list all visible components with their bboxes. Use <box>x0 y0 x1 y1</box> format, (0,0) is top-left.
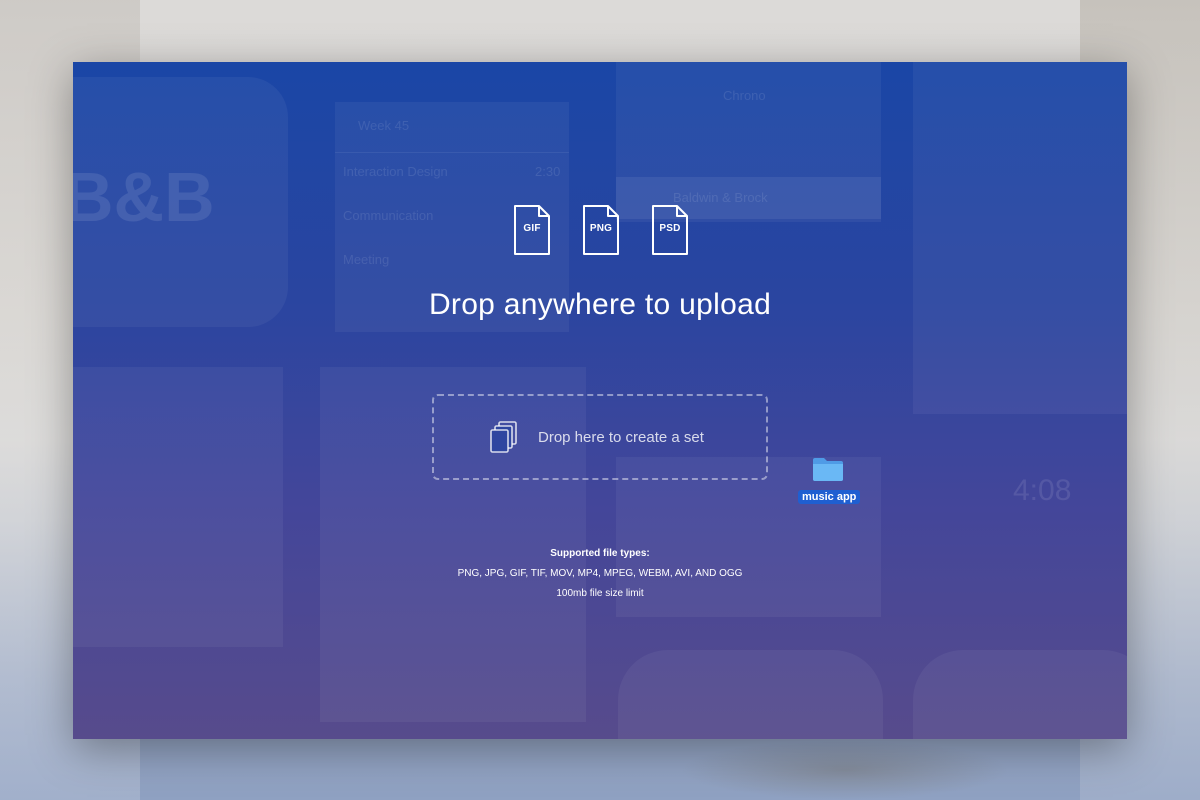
ghost-right-panel <box>913 62 1127 414</box>
ghost-app-icon-bottom-right <box>913 650 1127 739</box>
upload-headline: Drop anywhere to upload <box>428 288 772 321</box>
dragged-folder[interactable]: music app <box>797 456 861 506</box>
supported-types-title: Supported file types: <box>550 548 650 559</box>
file-size-limit: 100mb file size limit <box>556 588 644 599</box>
dropzone-label: Drop here to create a set <box>538 429 704 446</box>
file-psd-label: PSD <box>659 223 681 234</box>
file-gif-icon: GIF <box>512 204 552 256</box>
ghost-timer: 4:08 <box>1013 474 1072 507</box>
ghost-list-title: Week 45 <box>358 118 410 133</box>
file-type-icons: GIF PNG PSD <box>512 204 692 256</box>
upload-overlay[interactable]: B&B Week 45 Interaction Design 2:30 Comm… <box>73 62 1127 739</box>
ghost-project-name: Baldwin & Brock <box>673 190 768 205</box>
ghost-logo-text: B&B <box>73 158 215 236</box>
create-set-dropzone[interactable]: Drop here to create a set <box>432 394 768 480</box>
ghost-left-list <box>73 367 283 647</box>
folder-icon <box>812 456 844 487</box>
file-psd-icon: PSD <box>650 204 690 256</box>
ghost-divider <box>335 152 569 153</box>
supported-types-list: PNG, JPG, GIF, TIF, MOV, MP4, MPEG, WEBM… <box>457 568 743 579</box>
desktop-shadow <box>680 740 1010 800</box>
ghost-list-item-2: Communication <box>343 208 434 223</box>
ghost-list-item-3: Meeting <box>343 252 390 267</box>
ghost-list-item-1: Interaction Design <box>343 164 448 179</box>
stacked-files-icon <box>490 421 518 458</box>
ghost-app-icon-bottom <box>618 650 883 739</box>
ghost-app-name: Chrono <box>723 88 766 103</box>
file-gif-label: GIF <box>523 223 541 234</box>
file-png-icon: PNG <box>581 204 621 256</box>
ghost-list-value-1: 2:30 <box>535 164 561 179</box>
file-png-label: PNG <box>589 223 613 234</box>
dragged-folder-label: music app <box>798 490 861 504</box>
